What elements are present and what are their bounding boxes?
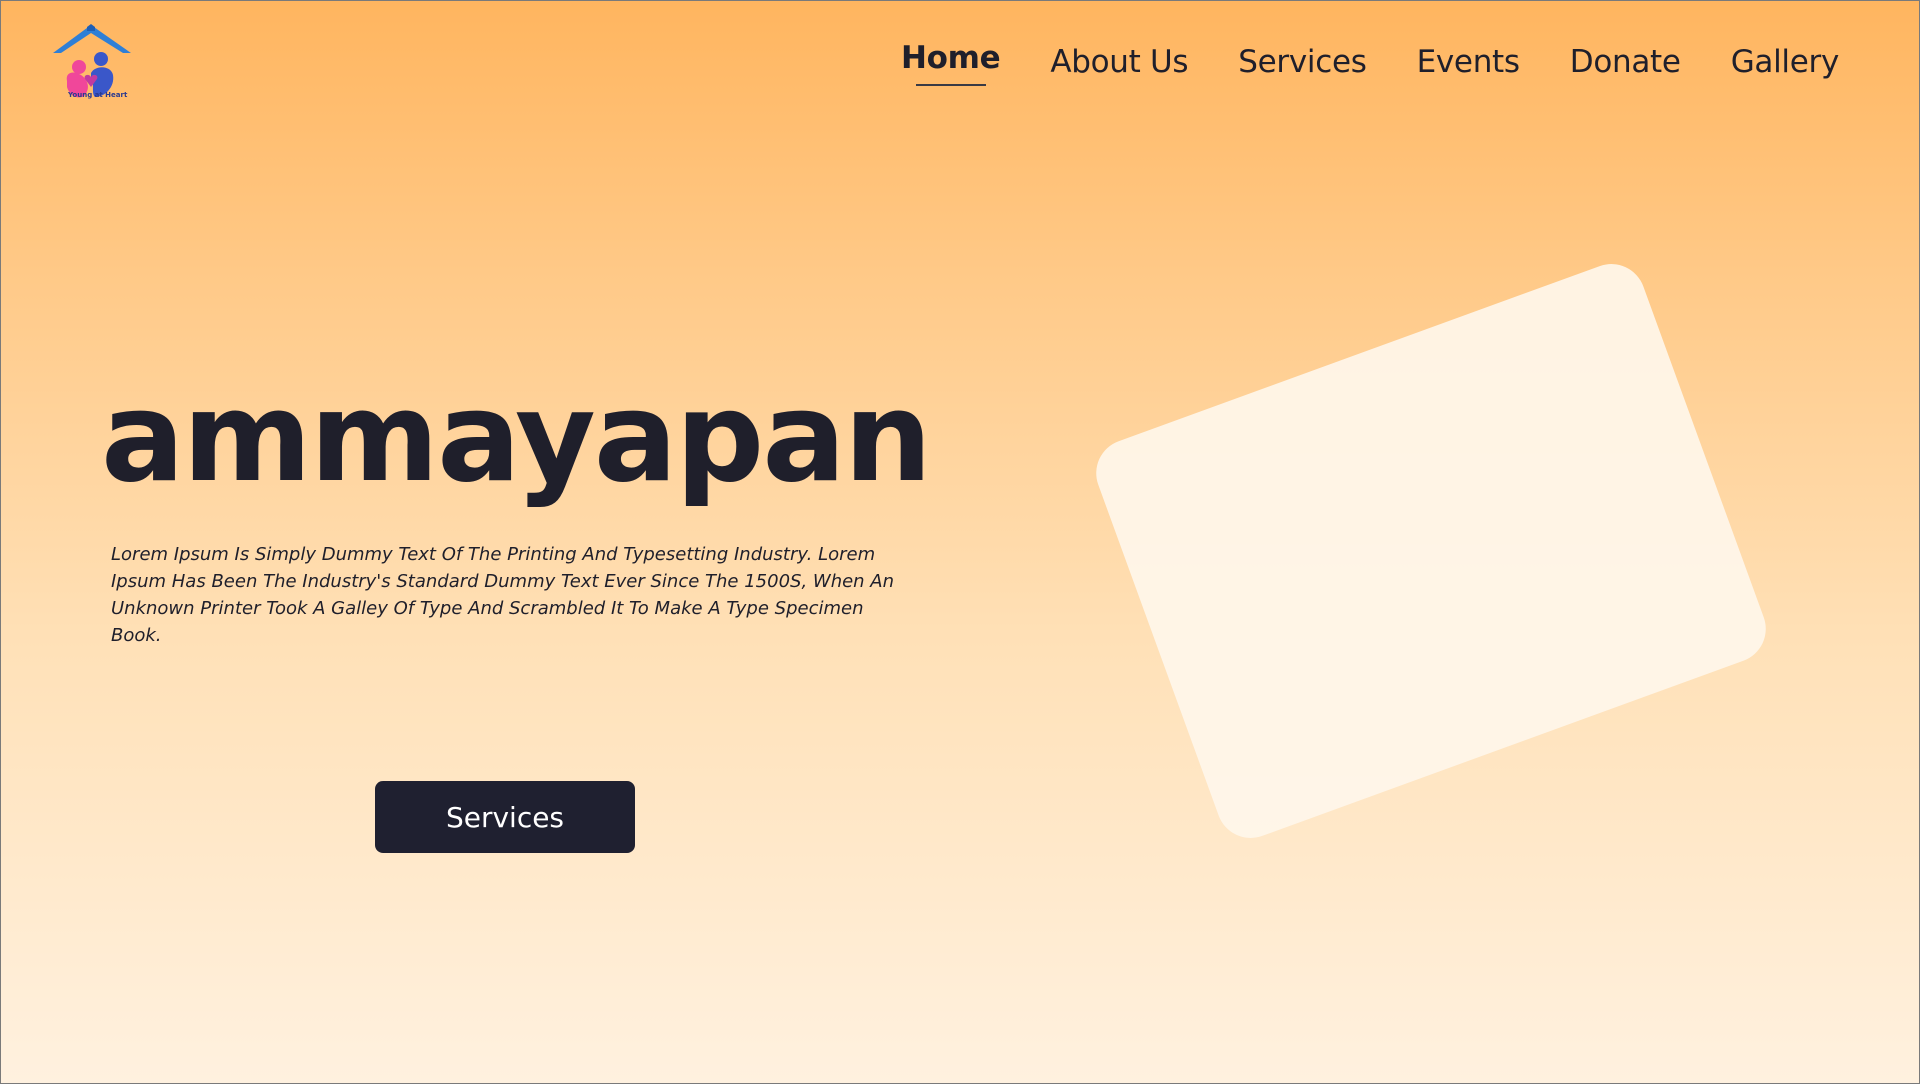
logo-caption: Young at Heart xyxy=(68,91,128,99)
nav-item-label: Home xyxy=(900,40,1001,76)
services-button[interactable]: Services xyxy=(375,781,635,853)
nav-item-about-us[interactable]: About Us xyxy=(1050,31,1188,78)
hero-description: Lorem Ipsum Is Simply Dummy Text Of The … xyxy=(111,544,895,646)
nav-item-events[interactable]: Events xyxy=(1417,31,1520,78)
site-logo[interactable]: Young at Heart xyxy=(51,23,133,105)
hero-image-card xyxy=(1086,254,1776,848)
hero-title: ammayapan xyxy=(101,366,932,510)
nav-item-label: Events xyxy=(1416,44,1520,80)
nav-item-gallery[interactable]: Gallery xyxy=(1730,31,1840,80)
nav-item-home[interactable]: Home xyxy=(900,31,1001,86)
nav-item-label: About Us xyxy=(1050,44,1189,80)
nav-item-services[interactable]: Services xyxy=(1238,31,1367,80)
nav-item-label: Services xyxy=(1238,44,1367,80)
active-nav-underline xyxy=(915,84,986,86)
nav-item-label: Gallery xyxy=(1730,44,1840,80)
main-nav: Home About Us Services Events Donate Gal… xyxy=(851,31,1839,86)
nav-item-label: Donate xyxy=(1569,44,1681,80)
nav-item-donate[interactable]: Donate xyxy=(1570,31,1681,78)
landing-page: Young at Heart Home About Us Services Ev… xyxy=(0,0,1920,1084)
